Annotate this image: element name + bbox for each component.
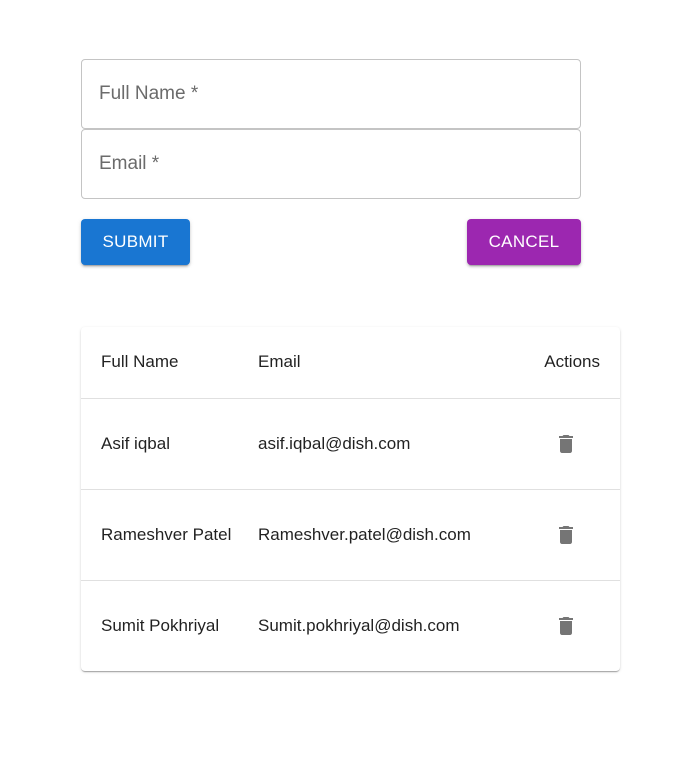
email-field <box>81 129 581 199</box>
table-header-row: Full Name Email Actions <box>81 327 620 398</box>
user-form: SUBMIT CANCEL <box>81 59 581 265</box>
row-email: asif.iqbal@dish.com <box>258 433 411 453</box>
row-email: Rameshver.patel@dish.com <box>258 524 471 544</box>
table-row: Rameshver Patel Rameshver.patel@dish.com <box>81 489 620 580</box>
header-actions: Actions <box>544 352 600 372</box>
table-row: Sumit Pokhriyal Sumit.pokhriyal@dish.com <box>81 580 620 671</box>
header-full-name: Full Name <box>101 352 179 372</box>
row-full-name: Sumit Pokhriyal <box>101 615 220 635</box>
form-actions: SUBMIT CANCEL <box>81 219 581 265</box>
email-input[interactable] <box>82 130 580 198</box>
trash-icon[interactable] <box>554 523 578 547</box>
row-email: Sumit.pokhriyal@dish.com <box>258 615 460 635</box>
row-actions <box>510 580 620 671</box>
table-row: Asif iqbal asif.iqbal@dish.com <box>81 398 620 489</box>
trash-icon[interactable] <box>554 432 578 456</box>
submit-button[interactable]: SUBMIT <box>81 219 190 265</box>
users-table: Full Name Email Actions Asif iqbal asif.… <box>81 327 620 671</box>
row-full-name: Rameshver Patel <box>101 524 232 544</box>
row-actions <box>510 489 620 580</box>
full-name-input[interactable] <box>82 60 580 128</box>
cancel-button[interactable]: CANCEL <box>467 219 581 265</box>
header-email: Email <box>258 352 301 372</box>
users-table-card: Full Name Email Actions Asif iqbal asif.… <box>81 327 620 671</box>
row-full-name: Asif iqbal <box>101 433 170 453</box>
page: SUBMIT CANCEL Full Name Email Actions As… <box>0 0 691 779</box>
full-name-field <box>81 59 581 129</box>
trash-icon[interactable] <box>554 614 578 638</box>
row-actions <box>510 398 620 489</box>
